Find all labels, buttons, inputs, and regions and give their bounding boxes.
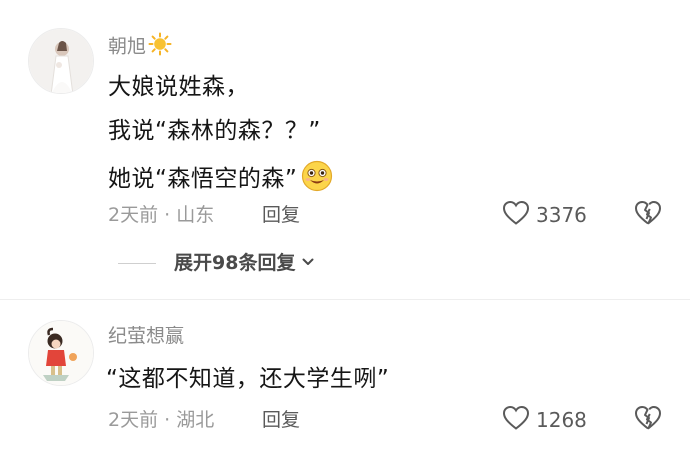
comment-text-line-3-text: 她说“森悟空的森”: [108, 166, 298, 192]
avatar[interactable]: [28, 320, 94, 386]
reply-button[interactable]: 回复: [262, 203, 300, 227]
username-text: 朝旭: [108, 35, 147, 58]
avatar[interactable]: [28, 28, 94, 94]
username[interactable]: 纪萤想赢: [108, 324, 184, 348]
broken-heart-icon: [634, 406, 662, 435]
heart-icon: [502, 405, 530, 435]
comment-meta: 2天前 · 湖北: [108, 409, 215, 431]
grinning-face-icon: [301, 160, 333, 200]
username-text: 纪萤想赢: [108, 325, 185, 347]
heart-icon: [502, 200, 530, 230]
like-count: 3376: [536, 203, 587, 227]
comment-text-line-2: 我说“森林的森？？”: [108, 118, 321, 144]
comment-text-line-1: “这都不知道，还大学生咧”: [106, 366, 390, 392]
chevron-down-icon: [295, 254, 315, 273]
comment-divider: [0, 299, 690, 300]
like-button[interactable]: 3376: [502, 200, 587, 230]
expand-divider-line: [118, 262, 156, 264]
dislike-button[interactable]: [634, 200, 664, 230]
like-count: 1268: [536, 408, 587, 432]
expand-replies-label: 展开98条回复: [174, 252, 296, 274]
reply-button[interactable]: 回复: [262, 408, 300, 432]
comment-text-line-3: 她说“森悟空的森”: [108, 160, 333, 200]
username[interactable]: 朝旭: [108, 32, 172, 62]
expand-replies-button[interactable]: 展开98条回复: [118, 249, 315, 277]
comment-meta: 2天前 · 山东: [108, 204, 215, 226]
like-button[interactable]: 1268: [502, 405, 587, 435]
comment-text-line-1: 大娘说姓森，: [108, 74, 249, 100]
broken-heart-icon: [634, 201, 662, 230]
sun-icon: [148, 32, 172, 62]
dislike-button[interactable]: [634, 405, 664, 435]
